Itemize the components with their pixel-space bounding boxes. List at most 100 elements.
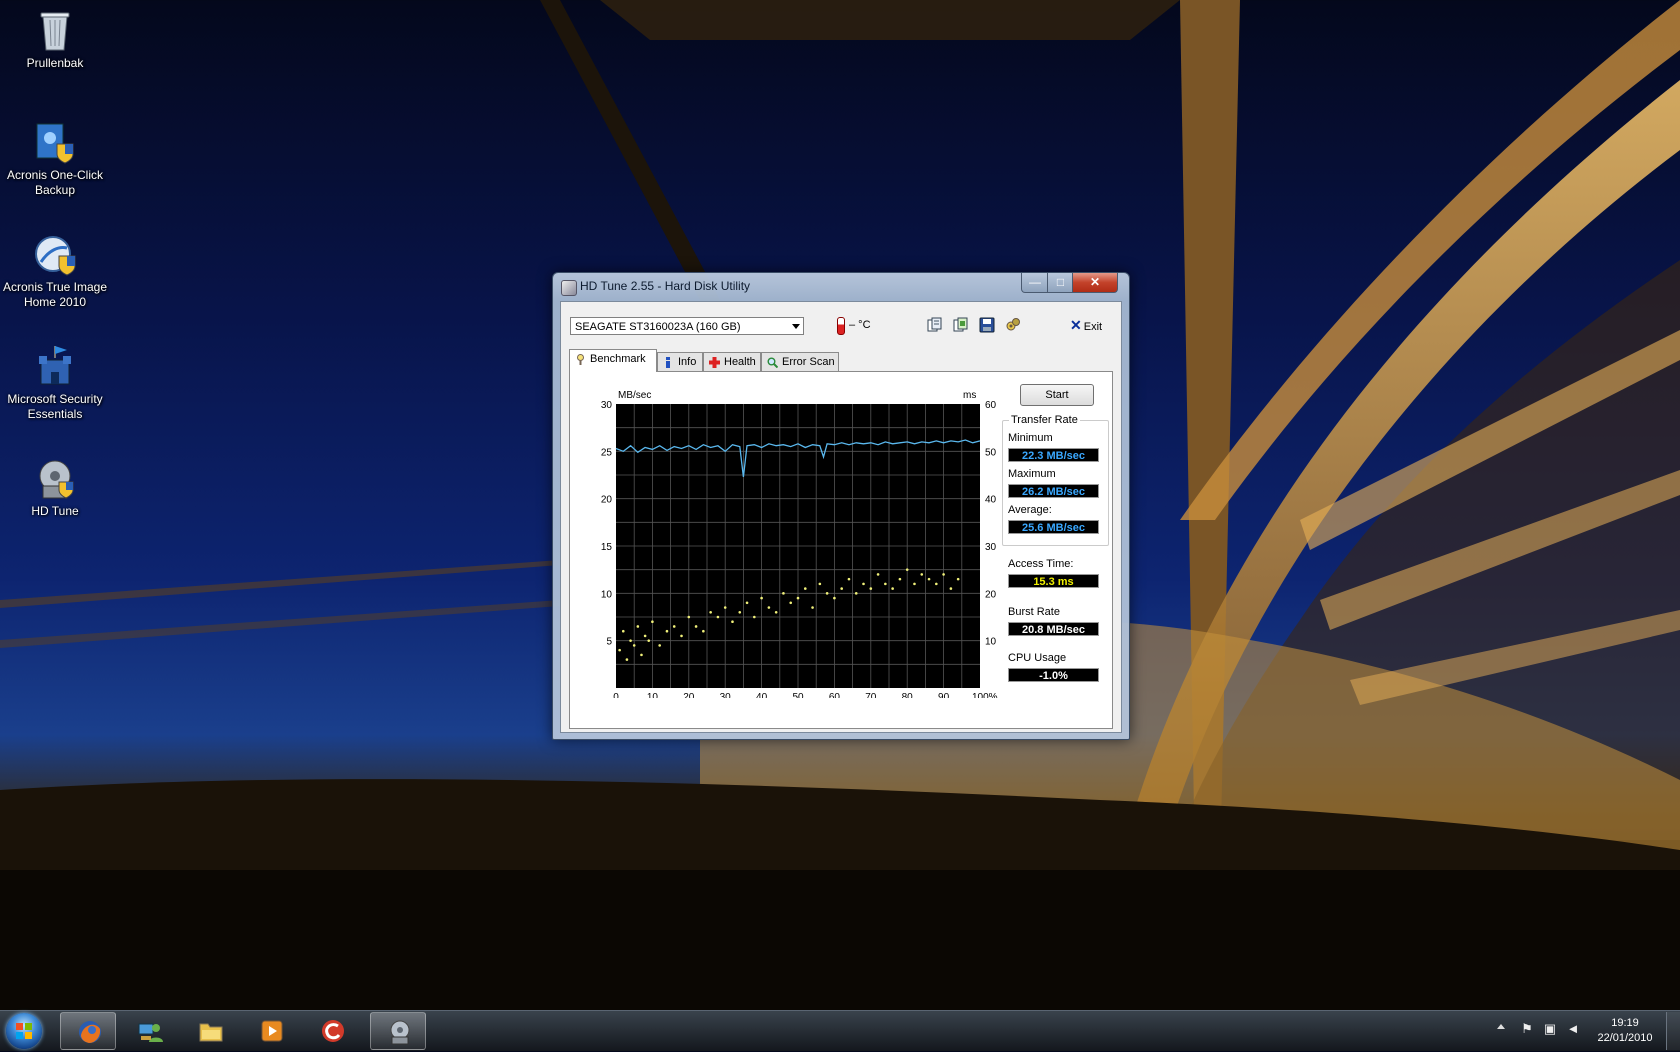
access-time-point (731, 620, 734, 624)
exit-button[interactable]: ✕ Exit (1070, 316, 1110, 334)
desktop-icon-security-essentials[interactable]: Microsoft Security Essentials (0, 344, 110, 422)
transfer-rate-label: Transfer Rate (1009, 414, 1080, 426)
maximize-button[interactable]: □ (1047, 273, 1074, 293)
firefox-icon (79, 1021, 101, 1043)
access-time-point (847, 577, 851, 581)
access-time-point (625, 658, 629, 661)
network-contacts-icon (138, 1023, 163, 1042)
ccleaner-icon (322, 1020, 344, 1042)
access-time-point (651, 620, 654, 624)
access-time-point (956, 577, 960, 581)
desktop-icon-label: Acronis True Image Home 2010 (2, 280, 108, 309)
close-button[interactable]: ✕ (1072, 273, 1118, 293)
access-time-point (738, 610, 742, 614)
clock-date: 22/01/2010 (1597, 1032, 1653, 1044)
benchmark-panel: 0 10 20 30 40 50 60 70 80 90 100% 5 10 15 20 25 30 10 20… (569, 371, 1113, 729)
desktop-icon-hd-tune[interactable]: HD Tune (0, 456, 110, 519)
y-tick-label: 15 (601, 542, 613, 553)
window-title: HD Tune 2.55 - Hard Disk Utility (580, 279, 751, 293)
x-tick-label: 20 (683, 692, 695, 698)
drive-select[interactable]: SEAGATE ST3160023A (160 GB) (570, 317, 804, 335)
exit-icon: ✕ (1070, 317, 1082, 333)
thermometer-icon (837, 317, 845, 335)
minimum-label: Minimum (1008, 432, 1053, 444)
action-center-flag-icon[interactable]: ⚑ (1520, 1022, 1534, 1036)
title-bar[interactable]: HD Tune 2.55 - Hard Disk Utility — □ ✕ (553, 273, 1129, 301)
show-hidden-icons-button[interactable] (1497, 1024, 1505, 1029)
access-time-point (774, 610, 778, 614)
info-icon (666, 357, 670, 368)
copy-screenshot-icon[interactable] (953, 317, 969, 333)
taskbar-app-explorer[interactable] (182, 1012, 238, 1050)
taskbar: ⚑ ▣ ◄ 19:19 22/01/2010 (0, 1010, 1680, 1051)
average-label: Average: (1008, 504, 1052, 516)
start-button[interactable] (6, 1013, 42, 1049)
y2-tick-label: 50 (985, 447, 997, 458)
burst-rate-label: Burst Rate (1008, 606, 1060, 618)
y2-tick-label: 30 (985, 542, 997, 553)
start-button[interactable]: Start (1020, 384, 1094, 406)
access-time-point (935, 582, 938, 586)
volume-icon[interactable]: ◄ (1566, 1022, 1580, 1036)
tab-label: Benchmark (590, 353, 646, 365)
access-time-point (629, 639, 632, 642)
access-time-point (640, 653, 643, 657)
x-tick-label: 100% (972, 692, 998, 698)
tab-label: Health (724, 356, 756, 368)
hd-tune-window[interactable]: HD Tune 2.55 - Hard Disk Utility — □ ✕ S… (552, 272, 1130, 740)
access-time-point (672, 625, 676, 628)
taskbar-app-ccleaner[interactable] (304, 1012, 360, 1050)
minimize-button[interactable]: — (1021, 273, 1049, 293)
taskbar-app-contacts[interactable] (121, 1012, 177, 1050)
access-time-point (694, 625, 698, 628)
y-tick-label: 5 (606, 637, 612, 648)
access-time-point (913, 582, 916, 586)
tab-label: Info (678, 356, 697, 368)
benchmark-icon (577, 354, 584, 365)
y-axis-label: MB/sec (618, 390, 651, 401)
options-icon[interactable] (1005, 317, 1021, 333)
access-time-point (760, 596, 763, 600)
error-scan-icon (767, 357, 778, 368)
access-time-point (687, 615, 691, 619)
taskbar-app-firefox[interactable] (60, 1012, 116, 1050)
access-time-point (723, 606, 727, 609)
burst-rate-value: 20.8 MB/sec (1008, 622, 1099, 636)
desktop-icon-label: Prullenbak (26, 56, 84, 70)
y2-tick-label: 10 (985, 637, 997, 648)
access-time-point (621, 629, 625, 633)
copy-info-icon[interactable] (927, 317, 943, 333)
y-tick-label: 20 (601, 495, 613, 506)
x-tick-label: 10 (647, 692, 659, 698)
y2-tick-label: 40 (985, 495, 997, 506)
access-time-point (767, 606, 771, 609)
access-time-point (716, 615, 720, 619)
access-time-label: Access Time: (1008, 558, 1074, 570)
access-time-point (862, 582, 865, 586)
window-client-area: SEAGATE ST3160023A (160 GB) – °C ✕ Exit B… (560, 301, 1122, 733)
tab-health[interactable]: Health (703, 352, 761, 371)
access-time-point (876, 573, 880, 576)
tab-info[interactable]: Info (657, 352, 703, 371)
tab-benchmark[interactable]: Benchmark (569, 349, 657, 372)
desktop-icon-acronis-backup[interactable]: Acronis One-Click Backup (0, 120, 110, 198)
taskbar-app-hd-tune[interactable] (370, 1012, 426, 1050)
system-clock[interactable]: 19:19 22/01/2010 (1592, 1016, 1658, 1046)
desktop-icon-recycle-bin[interactable]: Prullenbak (0, 8, 110, 71)
access-time-value: 15.3 ms (1008, 574, 1099, 588)
tab-error-scan[interactable]: Error Scan (761, 352, 839, 371)
maximum-label: Maximum (1008, 468, 1056, 480)
y-tick-label: 30 (601, 400, 613, 411)
temperature-readout: – °C (849, 319, 871, 331)
show-desktop-button[interactable] (1666, 1012, 1680, 1050)
desktop-icon-acronis-true-image[interactable]: Acronis True Image Home 2010 (0, 232, 110, 310)
desktop-icon-label: Microsoft Security Essentials (7, 392, 103, 421)
access-time-point (949, 587, 953, 590)
taskbar-app-media-player[interactable] (243, 1012, 299, 1050)
access-time-point (643, 634, 647, 638)
network-icon[interactable]: ▣ (1543, 1022, 1557, 1036)
x-tick-label: 90 (938, 692, 950, 698)
save-icon[interactable] (979, 317, 995, 333)
y-tick-label: 25 (601, 447, 613, 458)
x-axis-ticks: 0 10 20 30 40 50 60 70 80 90 100% (613, 692, 997, 698)
